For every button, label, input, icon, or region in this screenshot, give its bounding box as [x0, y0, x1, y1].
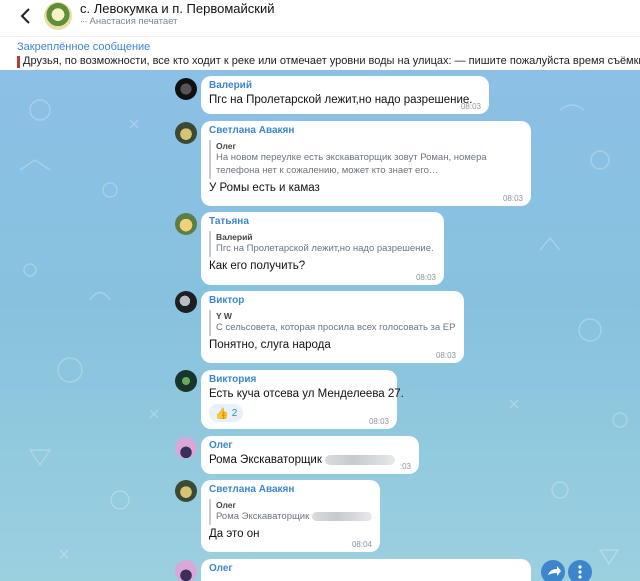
message-text: Пгс на Пролетарской лежит,но надо разреш… [209, 94, 473, 106]
pinned-text: Друзья, по возможности, все кто ходит к … [23, 55, 640, 67]
message-bubble[interactable]: Светлана Авакян Олег На новом переулке е… [201, 121, 531, 206]
typing-dots-icon: ··· [80, 16, 87, 27]
message-sender[interactable]: Олег [209, 563, 523, 574]
message-text: Да это он [209, 528, 260, 540]
avatar[interactable] [175, 122, 197, 144]
share-icon[interactable] [541, 560, 565, 581]
avatar[interactable] [175, 213, 197, 235]
typing-status: ··· Анастасия печатает [80, 16, 178, 27]
message-time: :03 [399, 462, 411, 471]
avatar[interactable] [175, 370, 197, 392]
message-time: 08:03 [502, 194, 523, 203]
reply-text: Пгс на Пролетарской лежит,но надо разреш… [216, 243, 434, 254]
reply-quote[interactable]: Олег Рома Экскаваторщик [209, 499, 372, 525]
redacted-phone [325, 454, 396, 465]
more-vertical-icon[interactable] [568, 560, 592, 581]
pinned-title: Закреплённое сообщение [17, 41, 151, 53]
redacted-phone [311, 511, 372, 521]
chevron-left-icon[interactable] [14, 4, 38, 28]
chat-area[interactable]: Валерий Пгс на Пролетарской лежит,но над… [0, 70, 640, 581]
reply-text: На новом переулке есть экскаваторщик зов… [216, 152, 487, 176]
message-text: Понятно, слуга народа [209, 339, 331, 351]
chat-avatar[interactable] [44, 2, 72, 30]
message-sender[interactable]: Виктория [209, 374, 389, 385]
message-bubble[interactable]: Светлана Авакян Олег Рома Экскаваторщик … [201, 480, 380, 552]
avatar[interactable] [175, 437, 197, 459]
pinned-indicator [17, 56, 20, 68]
message-bubble[interactable]: Олег [201, 559, 531, 581]
message-sender[interactable]: Валерий [209, 80, 481, 91]
message-text: Рома Экскаваторщик [209, 454, 411, 466]
message-bubble[interactable]: Олег Рома Экскаваторщик :03 [201, 436, 419, 474]
avatar[interactable] [175, 560, 197, 581]
message-sender[interactable]: Олег [209, 440, 411, 451]
reply-text: С сельсовета, которая просила всех голос… [216, 322, 456, 333]
reaction-count: 2 [231, 407, 238, 419]
reaction-chip[interactable]: 👍 2 [209, 404, 244, 422]
message-sender[interactable]: Виктор [209, 295, 456, 306]
avatar[interactable] [175, 480, 197, 502]
chat-header: с. Левокумка и п. Первомайский ··· Анаста… [0, 0, 640, 36]
message-sender[interactable]: Светлана Авакян [209, 484, 372, 495]
message-time: 08:03 [435, 351, 456, 360]
message-bubble[interactable]: Виктория Есть куча отсева ул Менделеева … [201, 370, 404, 429]
chat-title[interactable]: с. Левокумка и п. Первомайский [80, 1, 275, 16]
message-bubble[interactable]: Валерий Пгс на Пролетарской лежит,но над… [201, 76, 489, 114]
pinned-message[interactable]: Закреплённое сообщение Друзья, по возмож… [0, 36, 640, 70]
message-sender[interactable]: Светлана Авакян [209, 125, 523, 136]
reply-text: Рома Экскаваторщик [216, 510, 372, 523]
message-text: Есть куча отсева ул Менделеева 27. [209, 388, 404, 400]
reply-sender: Олег [216, 500, 237, 510]
reply-sender: Y W [216, 311, 232, 321]
message-time: 08:03 [368, 417, 389, 426]
message-time: 08:03 [415, 273, 436, 282]
message-text: Как его получить? [209, 260, 306, 272]
avatar[interactable] [175, 291, 197, 313]
reply-quote[interactable]: Валерий Пгс на Пролетарской лежит,но над… [209, 231, 436, 257]
avatar[interactable] [175, 78, 197, 100]
message-text: У Ромы есть и камаз [209, 182, 320, 194]
reply-quote[interactable]: Олег На новом переулке есть экскаваторщи… [209, 140, 523, 179]
message-bubble[interactable]: Татьяна Валерий Пгс на Пролетарской лежи… [201, 212, 444, 285]
message-time: 08:03 [460, 102, 481, 111]
reply-quote[interactable]: Y W С сельсовета, которая просила всех г… [209, 310, 456, 336]
message-time: 08:04 [351, 540, 372, 549]
reply-sender: Валерий [216, 232, 253, 242]
thumbs-up-icon: 👍 [215, 407, 229, 420]
reply-sender: Олег [216, 141, 237, 151]
message-sender[interactable]: Татьяна [209, 216, 436, 227]
message-bubble[interactable]: Виктор Y W С сельсовета, которая просила… [201, 291, 464, 363]
